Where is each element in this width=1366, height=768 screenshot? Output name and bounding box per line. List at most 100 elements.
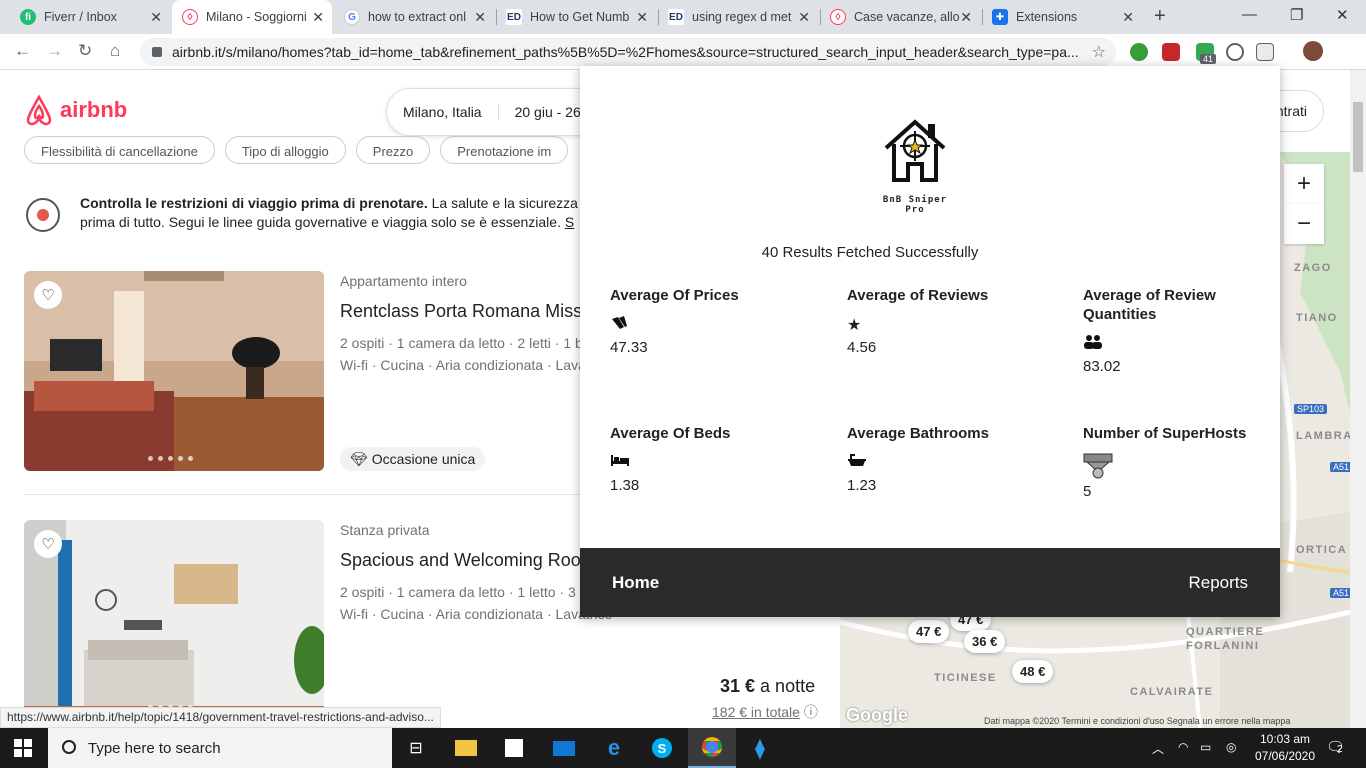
listing-photo[interactable]: ♡ [24,271,324,471]
red-extension-icon[interactable] [1162,43,1180,61]
listing-title[interactable]: Spacious and Welcoming Room [340,550,596,571]
skype-icon[interactable]: S [638,728,686,768]
airbnb-logo[interactable]: airbnb [24,94,127,126]
task-view-icon[interactable]: ⊟ [392,728,440,768]
stat-value: 1.38 [610,477,640,494]
reports-link[interactable]: Reports [1188,573,1248,593]
url-text[interactable]: airbnb.it/s/milano/homes?tab_id=home_tab… [172,44,1079,60]
tab-ed-2[interactable]: ED using regex d met ✕ [658,0,818,34]
total-text[interactable]: 182 € in totale [712,704,800,720]
favorite-heart-icon[interactable]: ♡ [34,281,62,309]
address-bar[interactable]: airbnb.it/s/milano/homes?tab_id=home_tab… [140,38,1116,66]
tab-title: How to Get Numb [530,10,630,24]
listing-card[interactable]: ♡ Stanza privata Spacious and Welcoming … [24,520,612,720]
listing-photo[interactable]: ♡ [24,520,324,720]
price-tag-icon [610,315,810,333]
globe-extension-icon[interactable] [1130,43,1148,61]
tab-fiverr[interactable]: fi Fiverr / Inbox ✕ [10,0,170,34]
photo-dots[interactable] [148,456,193,461]
history-extension-icon[interactable] [1226,43,1244,61]
store-icon[interactable] [490,728,538,768]
extension-popup: BnB Sniper Pro 40 Results Fetched Succes… [580,66,1280,617]
taskbar-clock[interactable]: 10:03 am 07/06/2020 [1250,731,1320,765]
map-label: ORTICA [1296,544,1348,556]
price-pin[interactable]: 48 € [1012,660,1054,683]
new-tab-button[interactable]: + [1154,5,1166,28]
tab-google[interactable]: G how to extract onl ✕ [334,0,494,34]
filter-type[interactable]: Tipo di alloggio [224,136,346,164]
home-link[interactable]: Home [612,573,659,593]
close-icon[interactable]: ✕ [150,9,162,26]
stat-avg-prices: Average Of Prices 47.33 [610,286,810,356]
chrome-icon[interactable] [688,728,736,768]
language-icon[interactable]: ◎ [1226,740,1236,754]
vscode-icon[interactable]: ⧫ [736,728,784,768]
tab-extensions[interactable]: ✚ Extensions ✕ [982,0,1142,34]
star-icon: ★ [847,317,862,334]
close-icon[interactable]: ✕ [636,9,648,26]
close-icon[interactable]: ✕ [960,9,972,26]
filter-instant-book[interactable]: Prenotazione im [440,136,569,164]
tab-ed-1[interactable]: ED How to Get Numb ✕ [496,0,656,34]
clock-date: 07/06/2020 [1254,749,1316,763]
notification-icon[interactable]: 🗨︎2 [1326,738,1345,756]
price-pin[interactable]: 47 € [908,620,950,643]
back-button[interactable]: ← [14,41,31,61]
info-icon[interactable]: ⓘ [804,704,818,720]
battery-icon[interactable]: ▭ [1200,740,1211,754]
tab-title: Fiverr / Inbox [44,10,117,24]
tab-airbnb-case[interactable]: ◊ Case vacanze, allo ✕ [820,0,980,34]
mail-icon[interactable] [540,728,588,768]
close-icon[interactable]: ✕ [798,9,810,26]
profile-avatar[interactable] [1303,41,1323,61]
map-label: TICINESE [934,672,997,684]
ed-icon: ED [506,9,522,25]
map-attribution[interactable]: Dati mappa ©2020 Termini e condizioni d'… [984,716,1290,726]
restore-button[interactable]: ❐ [1290,6,1303,24]
tray-chevron-icon[interactable]: ︿ [1152,740,1164,757]
wifi-icon[interactable]: ◠ [1178,740,1188,754]
zoom-in-button[interactable]: + [1284,164,1324,204]
zoom-out-button[interactable]: − [1284,204,1324,244]
room-photo [24,520,324,720]
close-icon[interactable]: ✕ [474,9,486,26]
tab-airbnb-milano[interactable]: ◊ Milano - Soggiorni ✕ [172,0,332,34]
taskbar-search-placeholder: Type here to search [88,739,221,757]
tab-title: Milano - Soggiorni [206,10,307,24]
forward-button[interactable]: → [46,41,63,61]
filter-price[interactable]: Prezzo [355,136,431,164]
airbnb-logo-text: airbnb [60,97,128,122]
stat-value: 47.33 [610,339,648,356]
search-location[interactable]: Milano, Italia [387,104,499,120]
filter-bar: Flessibilità di cancellazione Tipo di al… [24,136,569,164]
filter-cancellation[interactable]: Flessibilità di cancellazione [24,136,215,164]
listing-details: 2 ospiti · 1 camera da letto · 1 letto ·… [340,584,588,600]
bookmark-star-icon[interactable]: ☆ [1092,42,1106,62]
taskbar-search[interactable]: Type here to search [48,728,392,768]
listing-type: Appartamento intero [340,273,467,289]
diamond-icon: 💎︎ [350,450,368,467]
listing-card[interactable]: ♡ Appartamento intero Rentclass Porta Ro… [24,271,602,471]
deal-badge-label: Occasione unica [371,451,476,467]
app-name: BnB Sniper Pro [882,195,948,215]
home-button[interactable]: ⌂ [110,41,120,61]
stat-label: Average of Reviews [847,287,989,304]
file-explorer-icon[interactable] [442,728,490,768]
taskbar: Type here to search ⊟ e S ⧫ ︿ ◠ ▭ ◎ 10:0… [0,728,1366,768]
page-scrollbar[interactable] [1350,70,1366,728]
favorite-heart-icon[interactable]: ♡ [34,530,62,558]
puzzle-icon: ✚ [992,9,1008,25]
clock-time: 10:03 am [1259,732,1311,746]
reload-button[interactable]: ↻ [78,41,92,61]
notice-link[interactable]: S [565,214,574,230]
stat-avg-reviews: Average of Reviews ★ 4.56 [847,286,1047,356]
close-icon[interactable]: ✕ [1122,9,1134,26]
close-window-button[interactable]: ✕ [1336,6,1349,24]
listing-title[interactable]: Rentclass Porta Romana Missori [340,301,602,322]
price-pin[interactable]: 36 € [964,630,1006,653]
close-icon[interactable]: ✕ [312,9,324,26]
windows-start-icon[interactable] [14,739,32,757]
bnb-sniper-extension-icon[interactable] [1256,43,1274,61]
edge-icon[interactable]: e [590,728,638,768]
minimize-button[interactable]: — [1242,6,1257,23]
